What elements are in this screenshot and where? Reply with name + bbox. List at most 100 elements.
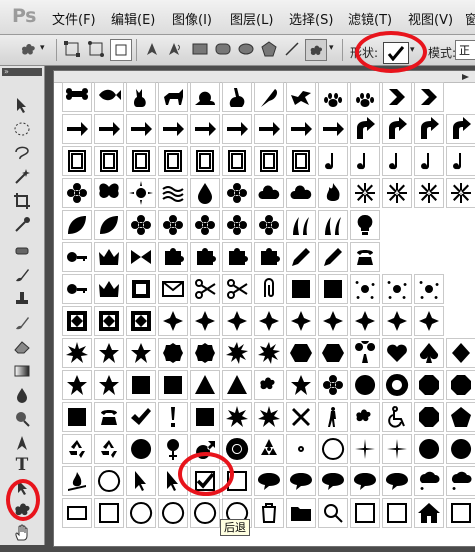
shape-note-2-icon[interactable] xyxy=(350,146,380,176)
shape-check-icon[interactable] xyxy=(126,402,156,432)
shape-x-mark-icon[interactable] xyxy=(286,402,316,432)
shape-arrow-left-icon[interactable] xyxy=(190,498,220,528)
shape-arrow-9-icon[interactable] xyxy=(318,114,348,144)
shape-paw-2-icon[interactable] xyxy=(350,82,380,112)
shape-splatter-3-icon[interactable] xyxy=(414,274,444,304)
shape-sparkle-icon[interactable] xyxy=(350,434,380,464)
shape-star-icon[interactable] xyxy=(94,338,124,368)
shape-bird-icon[interactable] xyxy=(286,82,316,112)
menu-view[interactable]: 视图(V) xyxy=(408,9,453,28)
shape-recycle-icon[interactable] xyxy=(62,434,92,464)
shape-scissors-2-icon[interactable] xyxy=(222,274,252,304)
shape-spade-icon[interactable] xyxy=(414,338,444,368)
shape-walker-icon[interactable] xyxy=(318,402,348,432)
shape-ring-icon[interactable] xyxy=(382,370,412,400)
gradient-tool-icon[interactable] xyxy=(11,360,33,382)
shape-butterfly-icon[interactable] xyxy=(94,178,124,208)
shape-frame-icon[interactable] xyxy=(62,146,92,176)
shape-tile-2-icon[interactable] xyxy=(94,306,124,336)
shape-thought-2-icon[interactable] xyxy=(446,466,475,496)
rounded-rectangle-icon[interactable] xyxy=(213,39,233,59)
shape-circle-icon[interactable] xyxy=(350,370,380,400)
brush-tool-icon[interactable] xyxy=(11,264,33,286)
shape-burst-icon[interactable] xyxy=(62,338,92,368)
shape-blob-icon[interactable] xyxy=(254,370,284,400)
shape-leaf-icon[interactable] xyxy=(62,210,92,240)
shape-sun-icon[interactable] xyxy=(126,178,156,208)
shape-key-icon[interactable] xyxy=(62,242,92,272)
shape-sparkle-2-icon[interactable] xyxy=(382,434,412,464)
shape-crown-2-icon[interactable] xyxy=(94,274,124,304)
shape-exclaim-icon[interactable] xyxy=(158,402,188,432)
panel-grip[interactable]: » xyxy=(2,68,42,76)
menu-file[interactable]: 文件(F) xyxy=(52,9,96,28)
shape-plus-icon[interactable] xyxy=(126,498,156,528)
shape-pentagon-icon[interactable] xyxy=(446,402,475,432)
healing-brush-icon[interactable] xyxy=(11,240,33,262)
shape-leaf-2-icon[interactable] xyxy=(94,210,124,240)
shape-ornament-7-icon[interactable] xyxy=(350,306,380,336)
shape-atom-icon[interactable] xyxy=(286,434,316,464)
shape-badge-2-icon[interactable] xyxy=(190,338,220,368)
shape-splatter-icon[interactable] xyxy=(350,274,380,304)
shape-couple-icon[interactable] xyxy=(350,402,380,432)
shape-heart-icon[interactable] xyxy=(382,338,412,368)
shape-puzzle-2-icon[interactable] xyxy=(190,242,220,272)
shape-info-icon[interactable] xyxy=(446,498,475,528)
crop-tool-icon[interactable] xyxy=(11,190,33,212)
shape-checkbox-icon[interactable] xyxy=(350,498,380,528)
shape-feather-icon[interactable] xyxy=(254,82,284,112)
shape-fish-icon[interactable] xyxy=(94,82,124,112)
magic-wand-icon[interactable] xyxy=(11,166,33,188)
shape-cat-icon[interactable] xyxy=(126,82,156,112)
shape-arrow-5-icon[interactable] xyxy=(190,114,220,144)
shape-house-icon[interactable] xyxy=(414,498,444,528)
shape-star-5-icon[interactable] xyxy=(286,370,316,400)
shape-pencil-icon[interactable] xyxy=(286,242,316,272)
shape-snowflake-4-icon[interactable] xyxy=(446,178,475,208)
pen-tool-icon[interactable] xyxy=(11,432,33,454)
shape-frame-4-icon[interactable] xyxy=(158,146,188,176)
shape-ornament-5-icon[interactable] xyxy=(286,306,316,336)
menu-image[interactable]: 图像(I) xyxy=(172,9,212,28)
shape-clip-icon[interactable] xyxy=(254,274,284,304)
shape-circle-2-icon[interactable] xyxy=(414,434,444,464)
shape-note-3-icon[interactable] xyxy=(382,146,412,176)
ellipse-tool-icon[interactable] xyxy=(236,39,256,59)
pen-tool-icon[interactable] xyxy=(142,39,162,59)
shape-octagon-2-icon[interactable] xyxy=(446,370,475,400)
shape-folder-icon[interactable] xyxy=(286,498,316,528)
rectangle-tool-icon[interactable] xyxy=(190,39,210,59)
paths-icon[interactable] xyxy=(86,39,106,59)
shape-starburst-icon[interactable] xyxy=(222,338,252,368)
shape-rabbit-icon[interactable] xyxy=(222,82,252,112)
shape-turn-arrow-4-icon[interactable] xyxy=(446,114,475,144)
shape-campfire-icon[interactable] xyxy=(62,466,92,496)
shape-cloud-2-icon[interactable] xyxy=(286,178,316,208)
shape-hexagon-2-icon[interactable] xyxy=(318,338,348,368)
history-brush-icon[interactable] xyxy=(11,312,33,334)
shape-ornament-4-icon[interactable] xyxy=(254,306,284,336)
shape-snail-icon[interactable] xyxy=(190,82,220,112)
shape-arrow-8-icon[interactable] xyxy=(286,114,316,144)
shape-speech-icon[interactable] xyxy=(254,466,284,496)
picker-menu-arrow-icon[interactable] xyxy=(458,71,472,82)
shape-scroll-icon[interactable] xyxy=(126,274,156,304)
shape-speech-2-icon[interactable] xyxy=(286,466,316,496)
shape-square-2-icon[interactable] xyxy=(158,370,188,400)
shape-dog-icon[interactable] xyxy=(158,82,188,112)
shape-snowflake-3-icon[interactable] xyxy=(414,178,444,208)
shape-frame-3-icon[interactable] xyxy=(126,146,156,176)
shape-cursor-icon[interactable] xyxy=(126,466,156,496)
shape-bulb-icon[interactable] xyxy=(350,210,380,240)
freeform-pen-icon[interactable] xyxy=(164,39,184,59)
polygon-tool-icon[interactable] xyxy=(259,39,279,59)
shape-turn-arrow-2-icon[interactable] xyxy=(382,114,412,144)
shape-drop-icon[interactable] xyxy=(190,178,220,208)
shape-flower-5-icon[interactable] xyxy=(190,210,220,240)
shape-splatter-2-icon[interactable] xyxy=(382,274,412,304)
shape-trash-icon[interactable] xyxy=(254,498,284,528)
shape-question-2-icon[interactable] xyxy=(190,402,220,432)
menu-select[interactable]: 选择(S) xyxy=(289,9,333,28)
type-tool-icon[interactable]: T xyxy=(11,454,33,476)
